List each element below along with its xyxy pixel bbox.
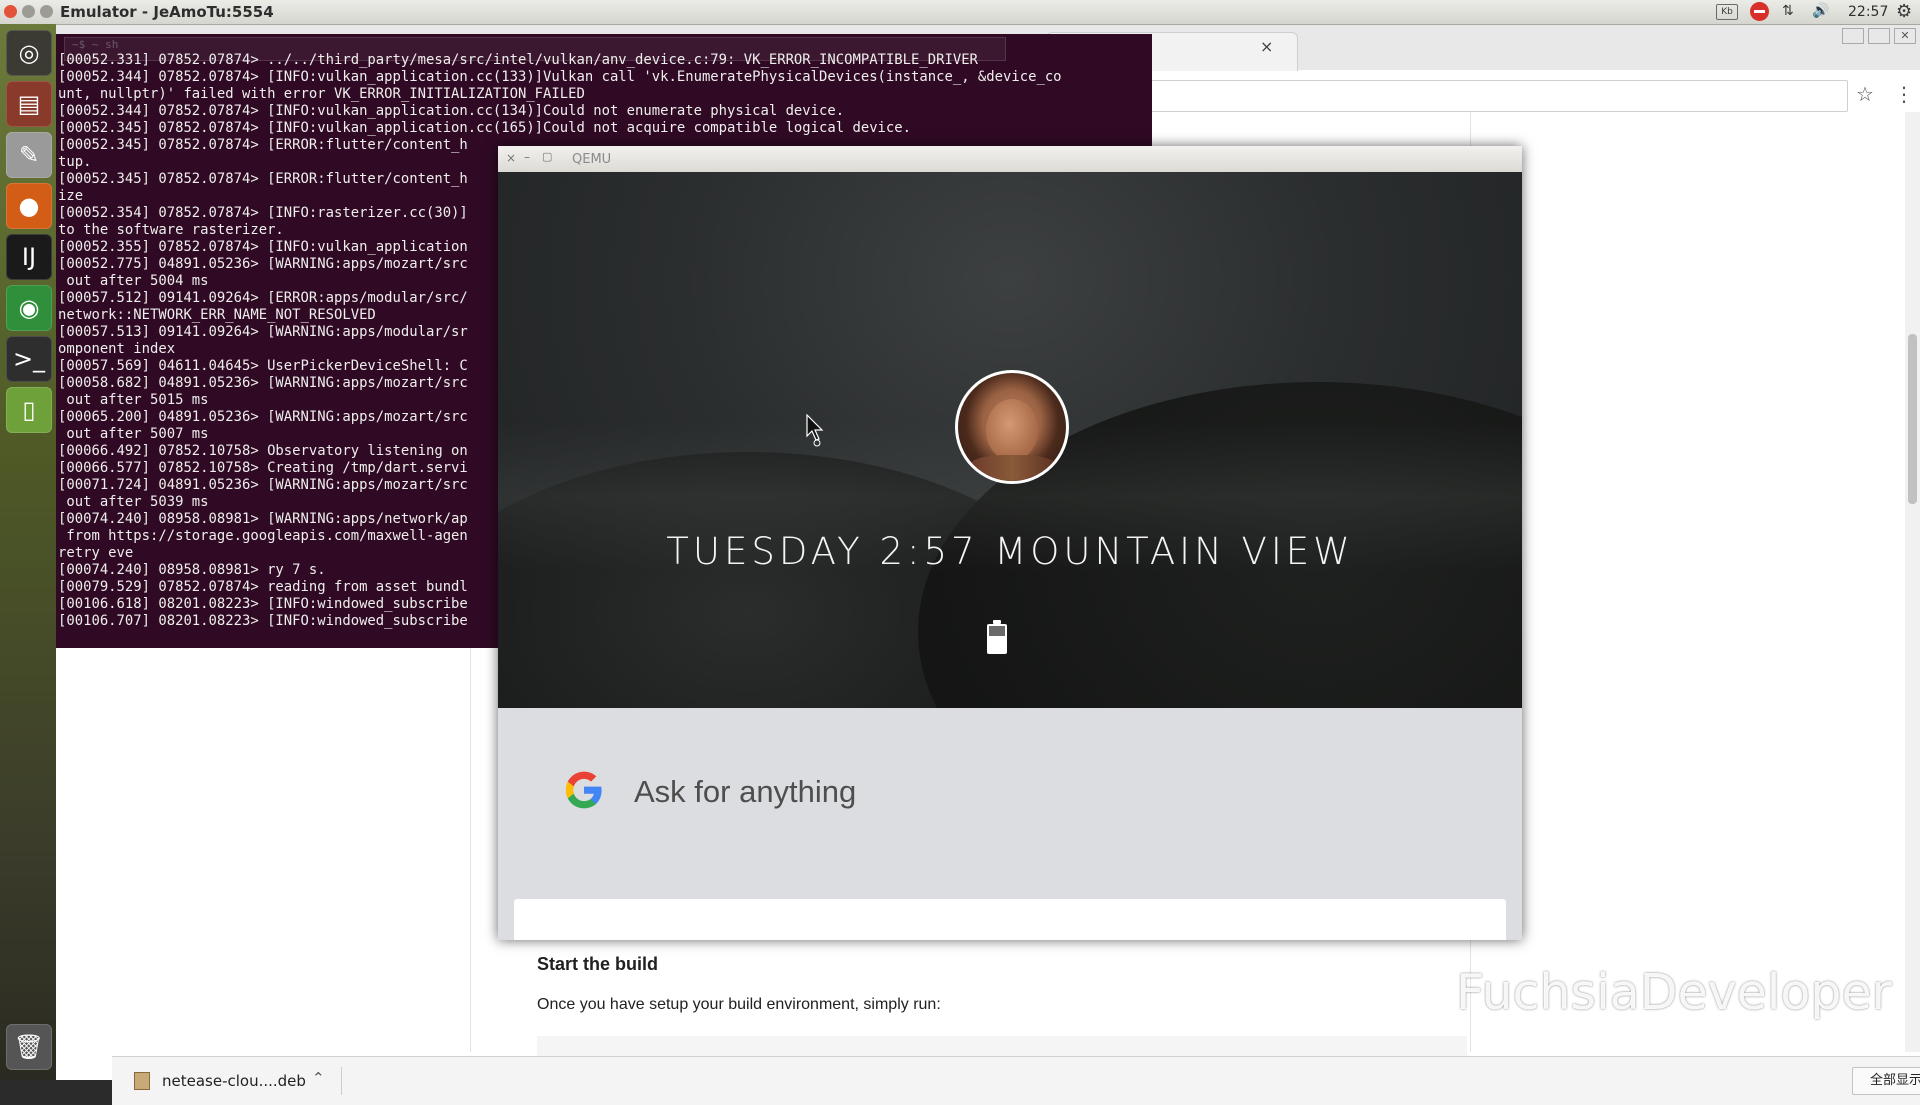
window-minimize-button[interactable] xyxy=(22,5,35,18)
trash-icon: 🗑 xyxy=(13,1033,45,1061)
tab-close-icon[interactable]: × xyxy=(1260,37,1273,56)
terminal-line: unt, nullptr)' failed with error VK_ERRO… xyxy=(58,86,585,102)
browser-close-button[interactable]: ✕ xyxy=(1894,28,1916,44)
firefox-icon: ● xyxy=(18,192,40,220)
mouse-pointer-icon xyxy=(806,414,824,447)
qemu-minimize-icon[interactable]: – xyxy=(524,150,530,164)
terminal-line: [00052.344] 07852.07874> [INFO:vulkan_ap… xyxy=(58,103,845,119)
ask-search-input[interactable]: Ask for anything xyxy=(634,774,856,810)
watermark-text: FuchsiaDeveloper xyxy=(1456,964,1892,1021)
terminal-line: [00052.345] 07852.07874> [INFO:vulkan_ap… xyxy=(58,120,912,136)
qemu-window[interactable]: × – ▢ QEMU TUESDAY 2:57 MOUNTAIN VIEW As… xyxy=(498,146,1522,940)
qemu-maximize-icon[interactable]: ▢ xyxy=(542,150,552,163)
keyboard-icon[interactable]: Kb xyxy=(1716,4,1738,20)
launcher-terminal-button[interactable]: >_ xyxy=(6,336,52,382)
launcher-trash-button[interactable]: 🗑 xyxy=(6,1024,52,1070)
address-bar[interactable] xyxy=(1046,80,1848,112)
bookmark-star-icon[interactable]: ☆ xyxy=(1856,82,1874,106)
launcher-android-emulator-button[interactable]: ▯ xyxy=(6,387,52,433)
download-bar: netease-clou....deb ⌃ 全部显示 ✕ xyxy=(112,1056,1920,1105)
package-file-icon xyxy=(134,1072,150,1090)
qemu-title: QEMU xyxy=(572,152,612,167)
doc-heading: Start the build xyxy=(537,954,658,974)
fuchsia-lock-screen[interactable]: TUESDAY 2:57 MOUNTAIN VIEW xyxy=(498,172,1522,708)
active-window-title: Emulator - JeAmoTu:5554 xyxy=(60,3,274,21)
download-separator xyxy=(341,1067,342,1095)
terminal-line: [00052.344] 07852.07874> [INFO:vulkan_ap… xyxy=(58,69,1062,85)
browser-menu-icon[interactable]: ⋮ xyxy=(1894,82,1914,106)
launcher-files-button[interactable]: ▤ xyxy=(6,81,52,127)
android-emulator-icon: ▯ xyxy=(22,396,36,424)
launcher-dash-home-button[interactable]: ◎ xyxy=(6,30,52,76)
ask-panel: Ask for anything xyxy=(498,708,1522,940)
intellij-icon: IJ xyxy=(21,243,37,271)
window-maximize-button[interactable] xyxy=(40,5,53,18)
avatar-face xyxy=(986,399,1038,461)
avatar-scarf xyxy=(968,455,1058,481)
network-icon[interactable]: ⇅ xyxy=(1782,3,1794,19)
launcher-chrome-button[interactable]: ◉ xyxy=(6,285,52,331)
download-item[interactable]: netease-clou....deb xyxy=(162,1072,306,1090)
terminal-tab-title: ~$ ~ sh xyxy=(72,38,119,51)
suggestion-card[interactable] xyxy=(514,899,1506,940)
page-scrollbar-thumb[interactable] xyxy=(1908,334,1917,504)
files-icon: ▤ xyxy=(17,90,41,118)
launcher-system-settings-button[interactable]: ✎ xyxy=(6,132,52,178)
battery-icon xyxy=(987,620,1007,654)
no-entry-icon[interactable] xyxy=(1750,2,1769,21)
wechat-logo-icon xyxy=(1364,964,1446,1026)
terminal-icon: >_ xyxy=(12,345,46,373)
page-scrollbar[interactable] xyxy=(1905,112,1920,1052)
qemu-titlebar[interactable]: × – ▢ QEMU xyxy=(498,146,1522,172)
watermark: FuchsiaDeveloper xyxy=(1360,960,1892,1030)
show-all-downloads-button[interactable]: 全部显示 xyxy=(1852,1067,1920,1095)
system-settings-icon: ✎ xyxy=(18,141,40,169)
volume-icon[interactable]: 🔊 xyxy=(1812,3,1829,19)
window-close-button[interactable] xyxy=(4,5,17,18)
browser-minimize-button[interactable] xyxy=(1842,28,1864,44)
terminal-line: [00052.331] 07852.07874> ../../third_par… xyxy=(58,52,978,68)
chrome-icon: ◉ xyxy=(18,294,40,322)
code-block xyxy=(537,1036,1467,1056)
browser-maximize-button[interactable] xyxy=(1868,28,1890,44)
chevron-up-icon[interactable]: ⌃ xyxy=(312,1069,325,1087)
date-time-location: TUESDAY 2:57 MOUNTAIN VIEW xyxy=(666,530,1354,573)
user-avatar[interactable] xyxy=(955,370,1069,484)
gear-icon[interactable]: ⚙ xyxy=(1896,1,1912,22)
dash-home-icon: ◎ xyxy=(18,39,40,67)
doc-paragraph: Once you have setup your build environme… xyxy=(537,996,941,1013)
qemu-close-icon[interactable]: × xyxy=(506,151,516,165)
google-g-icon xyxy=(565,771,602,809)
launcher-intellij-button[interactable]: IJ xyxy=(6,234,52,280)
top-panel: Emulator - JeAmoTu:5554 Kb ⇅ 🔊 22:57 ⚙ xyxy=(0,0,1920,25)
launcher-firefox-button[interactable]: ● xyxy=(6,183,52,229)
clock[interactable]: 22:57 xyxy=(1848,4,1888,20)
unity-launcher: ◎ ▤ ✎ ● IJ ◉ >_ ▯ 🗑 xyxy=(0,24,56,1080)
